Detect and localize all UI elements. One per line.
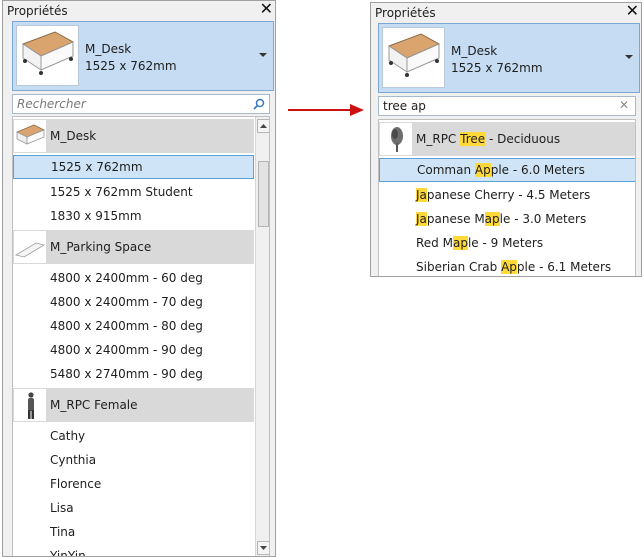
- clear-search-icon[interactable]: ✕: [619, 98, 629, 112]
- desk-thumbnail: [16, 25, 79, 86]
- scroll-down-button[interactable]: [257, 541, 269, 555]
- close-icon[interactable]: ✕: [260, 1, 273, 17]
- search-value: tree ap: [383, 99, 426, 113]
- dropdown-arrow-icon[interactable]: [625, 55, 633, 59]
- type-list: M_Desk 1525 x 762mm 1525 x 762mm Student…: [12, 116, 270, 556]
- type-name: 1525 x 762mm: [85, 59, 177, 73]
- search-icon[interactable]: [253, 98, 265, 110]
- type-family: M_Desk: [451, 44, 498, 58]
- desk-thumbnail: [382, 27, 445, 88]
- list-item[interactable]: 4800 x 2400mm - 70 deg: [13, 290, 254, 314]
- list-item[interactable]: Cynthia: [13, 448, 254, 472]
- list-item[interactable]: 4800 x 2400mm - 60 deg: [13, 266, 254, 290]
- arrow-icon: [288, 104, 364, 116]
- list-item[interactable]: Tina: [13, 520, 254, 544]
- list-item[interactable]: Japanese Maple - 3.0 Meters: [379, 207, 635, 231]
- list-item[interactable]: Japanese Cherry - 4.5 Meters: [379, 183, 635, 207]
- type-list: M_RPC Tree - Deciduous Comman Apple - 6.…: [378, 119, 636, 276]
- type-name: 1525 x 762mm: [451, 61, 543, 75]
- parking-space-thumbnail: [14, 231, 46, 263]
- list-item[interactable]: Cathy: [13, 424, 254, 448]
- panel-title: Propriétés: [375, 6, 436, 20]
- properties-panel-left: Propriétés ✕ M_Desk 1525 x 762mm Recherc…: [2, 0, 276, 557]
- list-item[interactable]: Comman Apple - 6.0 Meters: [379, 158, 635, 182]
- vertical-scrollbar[interactable]: [255, 117, 269, 556]
- type-selector[interactable]: M_Desk 1525 x 762mm: [378, 23, 640, 93]
- type-selector[interactable]: M_Desk 1525 x 762mm: [12, 21, 274, 91]
- group-header: M_Parking Space: [13, 230, 254, 264]
- list-item[interactable]: 1830 x 915mm: [13, 204, 254, 228]
- group-header: M_RPC Tree - Deciduous: [379, 122, 635, 156]
- scroll-thumb[interactable]: [258, 161, 269, 227]
- search-input[interactable]: tree ap ✕: [378, 96, 636, 116]
- list-item[interactable]: 4800 x 2400mm - 80 deg: [13, 314, 254, 338]
- group-label: M_Desk: [50, 129, 97, 143]
- tree-thumbnail: [380, 123, 412, 155]
- person-thumbnail: [14, 389, 46, 421]
- list-item[interactable]: Red Maple - 9 Meters: [379, 231, 635, 255]
- group-label: M_RPC Female: [50, 398, 138, 412]
- group-header: M_Desk: [13, 119, 254, 153]
- desk-group-thumbnail: [14, 120, 46, 152]
- list-item[interactable]: 4800 x 2400mm - 90 deg: [13, 338, 254, 362]
- properties-panel-right: Propriétés ✕ M_Desk 1525 x 762mm tree ap…: [370, 2, 642, 277]
- search-placeholder: Rechercher: [17, 97, 86, 111]
- list-item[interactable]: 1525 x 762mm Student: [13, 180, 254, 204]
- group-label: M_Parking Space: [50, 240, 152, 254]
- list-item[interactable]: YinYin: [13, 544, 254, 556]
- list-item[interactable]: 5480 x 2740mm - 90 deg: [13, 362, 254, 386]
- search-input[interactable]: Rechercher: [12, 94, 270, 114]
- list-item[interactable]: 1525 x 762mm: [13, 155, 254, 179]
- group-label: M_RPC Tree - Deciduous: [416, 132, 561, 146]
- panel-title: Propriétés: [7, 4, 68, 18]
- close-icon[interactable]: ✕: [626, 3, 639, 19]
- group-header: M_RPC Female: [13, 388, 254, 422]
- list-item[interactable]: Florence: [13, 472, 254, 496]
- dropdown-arrow-icon[interactable]: [259, 53, 267, 57]
- list-item[interactable]: Siberian Crab Apple - 6.1 Meters: [379, 255, 635, 276]
- list-item[interactable]: Lisa: [13, 496, 254, 520]
- type-family: M_Desk: [85, 42, 132, 56]
- scroll-up-button[interactable]: [257, 119, 269, 133]
